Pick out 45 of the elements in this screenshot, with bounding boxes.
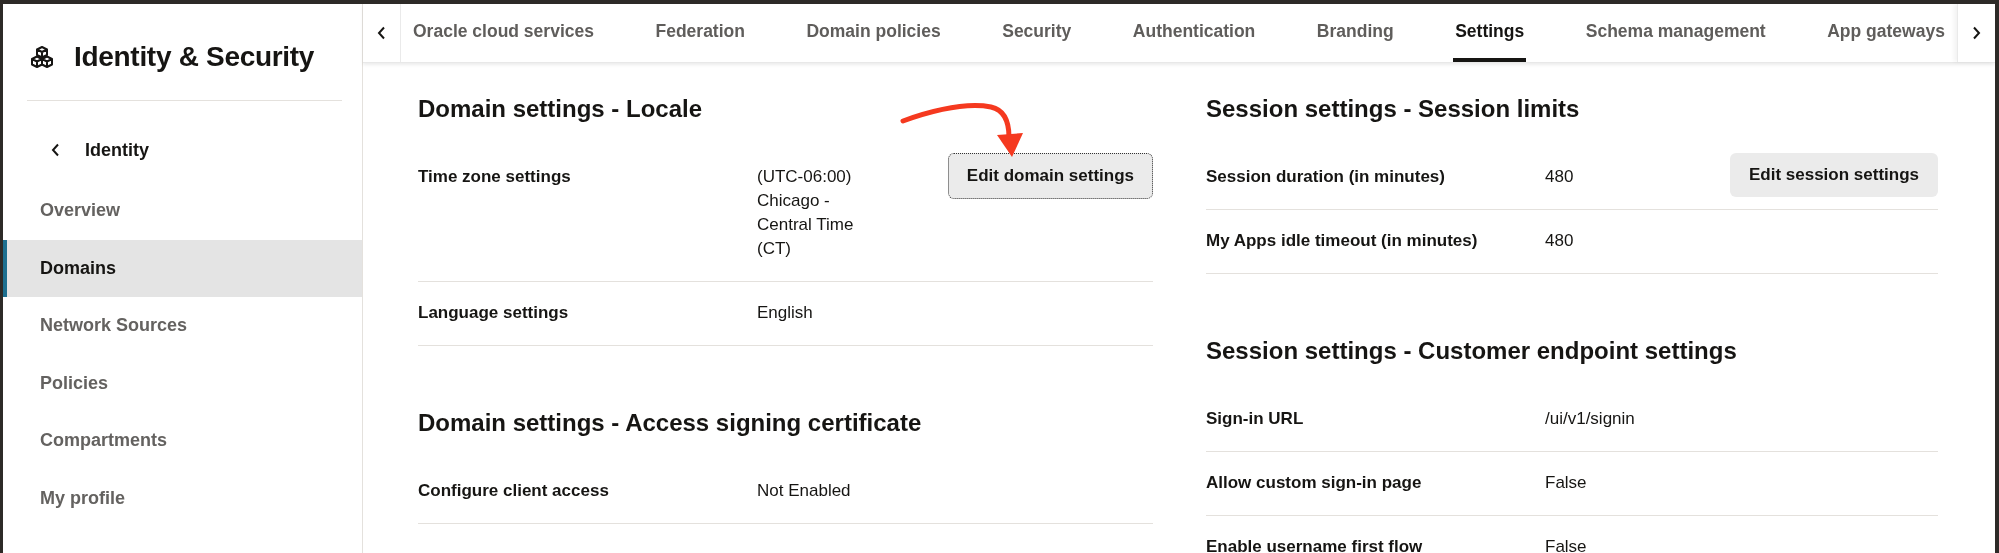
back-label: Identity bbox=[85, 139, 149, 161]
edit-button[interactable]: Edit domain settings bbox=[947, 153, 1153, 199]
setting-label: Configure client access bbox=[418, 480, 610, 502]
nav-item[interactable]: Policies bbox=[3, 354, 362, 412]
tab[interactable]: Security bbox=[1000, 4, 1074, 62]
setting-value: 480 bbox=[1545, 166, 1574, 188]
section-heading: Domain settings - Access signing certificate bbox=[418, 408, 923, 438]
edit-button[interactable]: Edit session settings bbox=[1729, 153, 1938, 197]
setting-value: English bbox=[757, 302, 813, 324]
setting-label: Allow custom sign-in page bbox=[1206, 472, 1423, 494]
setting-label: Time zone settings bbox=[418, 166, 572, 188]
setting-label: Language settings bbox=[418, 302, 570, 324]
setting-label: Session duration (in minutes) bbox=[1206, 166, 1446, 188]
tab[interactable]: Domain policies bbox=[804, 4, 943, 62]
nav-item[interactable]: My profile bbox=[3, 469, 362, 527]
chevron-left-icon bbox=[377, 26, 386, 40]
cubes-icon bbox=[30, 46, 54, 68]
back-link[interactable]: Identity bbox=[3, 138, 362, 162]
nav-item[interactable]: Network Sources bbox=[3, 297, 362, 355]
chevron-right-icon bbox=[1972, 26, 1981, 40]
tab[interactable]: Branding bbox=[1314, 4, 1396, 62]
nav-item[interactable]: Domains bbox=[3, 239, 362, 297]
setting-label: Sign-in URL bbox=[1206, 408, 1305, 430]
setting-value: (UTC-06:00) Chicago - Central Time (CT) bbox=[757, 166, 855, 260]
chevron-left-icon bbox=[51, 143, 60, 157]
setting-value: False bbox=[1545, 536, 1587, 553]
section-heading: Domain settings - Locale bbox=[418, 94, 704, 124]
tab[interactable]: Settings bbox=[1453, 4, 1527, 62]
tab[interactable]: Oracle cloud services bbox=[411, 4, 596, 62]
nav-item[interactable]: Compartments bbox=[3, 412, 362, 470]
tab[interactable]: Federation bbox=[653, 4, 747, 62]
tab[interactable]: App gateways bbox=[1825, 4, 1947, 62]
setting-label: My Apps idle timeout (in minutes) bbox=[1206, 230, 1479, 252]
section-heading: Session settings - Session limits bbox=[1206, 94, 1581, 124]
setting-value: Not Enabled bbox=[757, 480, 851, 502]
nav-item[interactable]: Overview bbox=[3, 182, 362, 240]
setting-value: False bbox=[1545, 472, 1587, 494]
setting-value: 480 bbox=[1545, 230, 1574, 252]
tab[interactable]: Schema management bbox=[1583, 4, 1768, 62]
setting-value: /ui/v1/signin bbox=[1545, 408, 1635, 430]
section-heading: Session settings - Customer endpoint settings bbox=[1206, 336, 1738, 366]
sidebar-title: Identity & Security bbox=[74, 41, 315, 73]
scroll-left-button[interactable] bbox=[363, 4, 401, 62]
setting-label: Enable username first flow bbox=[1206, 536, 1424, 553]
tab[interactable]: Authentication bbox=[1130, 4, 1258, 62]
